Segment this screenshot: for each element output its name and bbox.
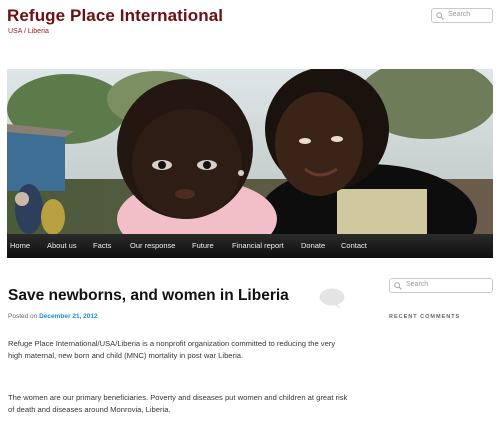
- recent-comments-heading: RECENT COMMENTS: [389, 314, 461, 320]
- sidebar-search-input[interactable]: Search: [389, 278, 493, 293]
- sidebar-search-placeholder: Search: [406, 281, 429, 288]
- nav-item-donate[interactable]: Donate: [301, 241, 325, 250]
- nav-item-our-response[interactable]: Our response: [130, 241, 175, 250]
- post-meta: Posted on December 21, 2012: [8, 313, 98, 320]
- nav-item-contact[interactable]: Contact: [341, 241, 367, 250]
- nav-item-financial-report[interactable]: Financial report: [232, 241, 284, 250]
- header-search-input[interactable]: Search: [431, 8, 493, 23]
- post-paragraph: The women are our primary beneficiaries.…: [8, 393, 348, 414]
- search-icon: [394, 282, 402, 290]
- post-title[interactable]: Save newborns, and women in Liberia: [8, 287, 289, 305]
- post-paragraph: Refuge Place International/USA/Liberia i…: [8, 339, 336, 360]
- header-banner-image: [7, 69, 493, 234]
- site-description: USA / Liberia: [8, 28, 49, 35]
- header-search-placeholder: Search: [448, 11, 471, 18]
- posted-on-label: Posted on: [8, 313, 38, 320]
- site-title[interactable]: Refuge Place International: [7, 6, 223, 26]
- main-navigation: Home About us Facts Our response Future …: [7, 234, 493, 258]
- nav-item-home[interactable]: Home: [10, 241, 30, 250]
- nav-item-future[interactable]: Future: [192, 241, 214, 250]
- comment-bubble-icon[interactable]: [319, 288, 345, 315]
- nav-item-about-us[interactable]: About us: [47, 241, 77, 250]
- search-icon: [436, 12, 444, 20]
- nav-item-facts[interactable]: Facts: [93, 241, 111, 250]
- post-date-link[interactable]: December 21, 2012: [39, 313, 98, 320]
